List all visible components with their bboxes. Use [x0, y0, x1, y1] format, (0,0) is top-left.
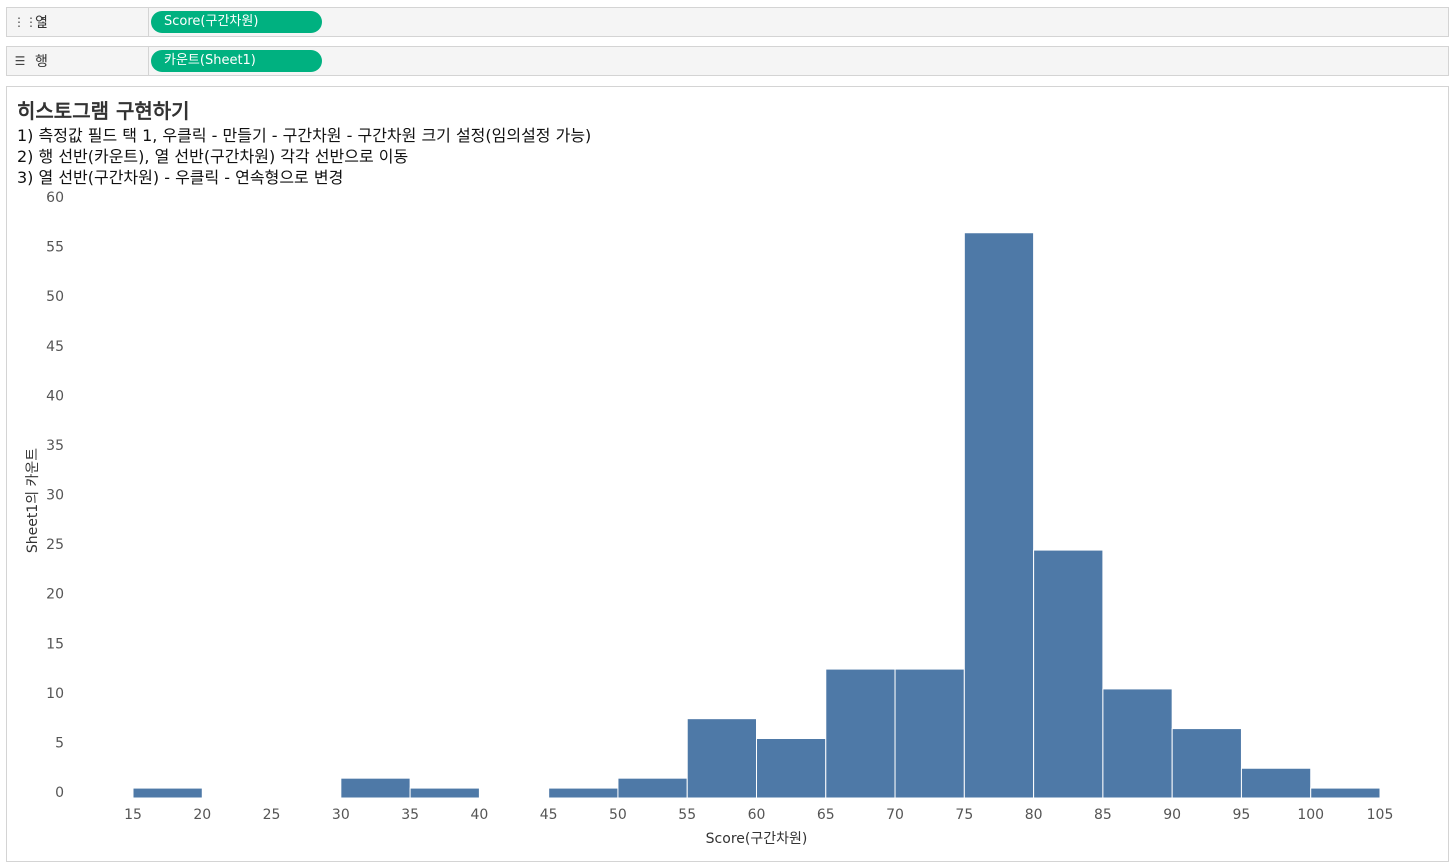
histogram-chart[interactable]: 0 5 10 15 20 25 30 35 40 45 50 55 60 15 20 25 30 35 40 45 5…: [7, 87, 1448, 861]
histogram-bar[interactable]: [409, 787, 480, 799]
histogram-bar[interactable]: [894, 668, 965, 799]
x-tick-label: 20: [193, 807, 211, 823]
y-tick-label: 40: [46, 388, 64, 404]
histogram-bar[interactable]: [1102, 688, 1173, 799]
x-tick-label: 75: [955, 807, 973, 823]
histogram-bar[interactable]: [132, 787, 203, 799]
x-axis: 15 20 25 30 35 40 45 50 55 60 65 70 75 80 85 90 95 100 105: [124, 807, 1393, 823]
y-tick-label: 45: [46, 339, 64, 355]
x-tick-label: 15: [124, 807, 142, 823]
histogram-bar[interactable]: [617, 777, 688, 799]
y-axis: 0 5 10 15 20 25 30 35 40 45 50 55 60: [46, 190, 64, 801]
y-tick-label: 10: [46, 686, 64, 702]
columns-icon: ⋮⋮⋮: [13, 15, 49, 29]
x-tick-label: 55: [678, 807, 696, 823]
y-tick-label: 20: [46, 587, 64, 603]
x-tick-label: 80: [1025, 807, 1043, 823]
x-tick-label: 50: [609, 807, 627, 823]
rows-shelf[interactable]: ☰ 행 카운트(Sheet1): [6, 46, 1449, 76]
columns-shelf-label-area: ⋮⋮⋮ 열: [7, 8, 149, 36]
histogram-bar[interactable]: [1033, 549, 1104, 799]
y-tick-label: 50: [46, 289, 64, 305]
x-tick-label: 35: [401, 807, 419, 823]
histogram-bar[interactable]: [756, 738, 827, 799]
x-tick-label: 95: [1233, 807, 1251, 823]
histogram-bar[interactable]: [1310, 787, 1381, 799]
histogram-bars[interactable]: [132, 232, 1381, 799]
x-tick-label: 30: [332, 807, 350, 823]
x-tick-label: 90: [1163, 807, 1181, 823]
score-bin-pill[interactable]: Score(구간차원): [151, 11, 322, 33]
histogram-bar[interactable]: [1171, 728, 1242, 799]
histogram-bar[interactable]: [340, 777, 411, 799]
worksheet-view: 히스토그램 구현하기 1) 측정값 필드 택 1, 우클릭 - 만들기 - 구간…: [6, 86, 1449, 862]
x-tick-label: 70: [886, 807, 904, 823]
y-axis-title: Sheet1의 카운트: [25, 448, 41, 553]
rows-shelf-label-area: ☰ 행: [7, 47, 149, 75]
rows-icon: ☰: [14, 54, 26, 68]
y-tick-label: 30: [46, 488, 64, 504]
y-tick-label: 15: [46, 636, 64, 652]
x-tick-label: 45: [540, 807, 558, 823]
count-sheet1-pill[interactable]: 카운트(Sheet1): [151, 50, 322, 72]
x-tick-label: 105: [1367, 807, 1394, 823]
histogram-bar[interactable]: [825, 668, 896, 799]
rows-shelf-label: 행: [35, 54, 48, 70]
x-axis-title: Score(구간차원): [706, 831, 808, 847]
y-tick-label: 35: [46, 438, 64, 454]
y-tick-label: 0: [55, 785, 64, 801]
y-tick-label: 5: [55, 735, 64, 751]
histogram-bar[interactable]: [686, 718, 758, 799]
y-tick-label: 60: [46, 190, 64, 206]
x-tick-label: 40: [470, 807, 488, 823]
histogram-bar[interactable]: [963, 232, 1035, 799]
x-tick-label: 85: [1094, 807, 1112, 823]
columns-shelf[interactable]: ⋮⋮⋮ 열 Score(구간차원): [6, 7, 1449, 37]
y-tick-label: 55: [46, 240, 64, 256]
histogram-bar[interactable]: [1240, 767, 1312, 799]
x-tick-label: 25: [263, 807, 281, 823]
histogram-bar[interactable]: [548, 787, 619, 799]
columns-shelf-label: 열: [35, 15, 48, 31]
y-tick-label: 25: [46, 537, 64, 553]
x-tick-label: 65: [817, 807, 835, 823]
x-tick-label: 100: [1297, 807, 1324, 823]
x-tick-label: 60: [748, 807, 766, 823]
